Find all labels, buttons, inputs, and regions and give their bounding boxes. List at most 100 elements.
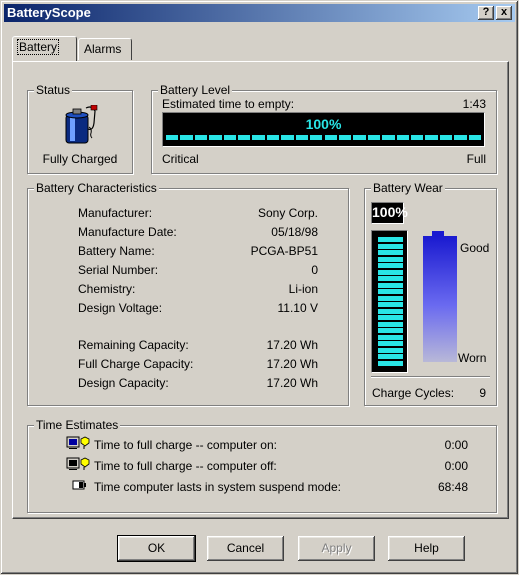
time-estimates-legend: Time Estimates <box>34 418 121 432</box>
wear-segment <box>378 289 403 294</box>
battery-level-segment <box>194 135 208 140</box>
status-legend: Status <box>34 83 73 97</box>
char-label: Design Voltage: <box>78 301 163 315</box>
battery-level-segment <box>180 135 193 140</box>
battery-level-segment <box>209 135 222 140</box>
battery-level-meter: 100% <box>162 112 485 147</box>
char-label: Manufacturer: <box>78 206 153 220</box>
wear-segment <box>378 282 403 288</box>
cancel-button[interactable]: Cancel <box>207 536 284 561</box>
title-bar: BatteryScope ? x <box>4 4 515 22</box>
close-button[interactable]: x <box>496 6 512 20</box>
battery-wear-group: Battery Wear 100% Good Worn Charge Cycle… <box>364 181 497 406</box>
battery-level-segment <box>324 135 337 140</box>
wear-segment <box>378 243 403 249</box>
full-label: Full <box>466 152 486 166</box>
wear-meter <box>371 230 408 373</box>
charge-cycles-value: 9 <box>479 386 486 400</box>
battery-level-segment <box>295 135 309 140</box>
help-title-button[interactable]: ? <box>478 6 494 20</box>
battery-level-segment <box>439 135 453 140</box>
char-label: Serial Number: <box>78 263 159 277</box>
wear-segment <box>378 347 403 353</box>
battery-scope-window: BatteryScope ? x Battery Alarms Status F… <box>0 0 519 575</box>
battery-level-segment <box>166 135 179 140</box>
char-value: Sony Corp. <box>257 206 318 220</box>
char-value: 11.10 V <box>277 301 318 315</box>
help-button[interactable]: Help <box>388 536 465 561</box>
char-value: 0 <box>311 263 318 277</box>
computer-on-charge-icon <box>66 436 90 450</box>
battery-level-segment <box>338 135 352 140</box>
battery-level-segment <box>353 135 366 140</box>
wear-percent: 100% <box>372 204 408 220</box>
char-label: Full Charge Capacity: <box>78 357 194 371</box>
battery-tab-panel: Status Fully Charged Battery Level Estim… <box>12 61 509 519</box>
wear-segment <box>378 334 403 340</box>
wear-segment <box>378 354 403 359</box>
time-estimates-group: Time Estimates Time to full charge -- co… <box>27 418 497 513</box>
char-value: PCGA-BP51 <box>250 244 318 258</box>
wear-good-label: Good <box>460 241 490 255</box>
wear-segment <box>378 315 403 320</box>
battery-level-percent: 100% <box>305 116 342 132</box>
wear-segment <box>378 341 403 346</box>
critical-label: Critical <box>162 152 199 166</box>
wear-gradient-icon <box>422 231 458 363</box>
tab-alarms-label: Alarms <box>84 42 122 56</box>
wear-segment <box>378 269 403 275</box>
wear-worn-label: Worn <box>458 351 487 365</box>
tab-alarms[interactable]: Alarms <box>78 38 132 60</box>
wear-segment <box>378 302 403 307</box>
time-full-charge-on-value: 0:00 <box>444 438 468 452</box>
wear-percent-display: 100% <box>371 202 408 224</box>
battery-level-group: Battery Level Estimated time to empty: 1… <box>151 83 497 174</box>
apply-button[interactable]: Apply <box>298 536 375 561</box>
battery-level-segment <box>454 135 467 140</box>
char-label: Remaining Capacity: <box>78 338 189 352</box>
wear-bar <box>372 231 407 372</box>
wear-segment <box>378 256 403 262</box>
computer-off-charge-icon <box>66 457 90 471</box>
window-title: BatteryScope <box>7 5 91 20</box>
char-value: 05/18/98 <box>271 225 318 239</box>
battery-level-segment <box>252 135 265 140</box>
battery-level-legend: Battery Level <box>158 83 233 97</box>
suspend-battery-icon <box>72 479 88 491</box>
battery-level-segment <box>468 135 481 140</box>
time-full-charge-off-label: Time to full charge -- computer off: <box>94 459 277 473</box>
char-value: 17.20 Wh <box>266 338 318 352</box>
char-value: 17.20 Wh <box>266 357 318 371</box>
ok-button[interactable]: OK <box>117 535 196 562</box>
wear-segment <box>378 360 403 366</box>
charge-cycles-label: Charge Cycles: <box>372 386 455 400</box>
wear-segment <box>378 321 403 327</box>
battery-level-segment <box>410 135 424 140</box>
time-to-empty-label: Estimated time to empty: <box>162 97 295 111</box>
battery-characteristics-group: Battery Characteristics Manufacturer: Son… <box>27 181 349 406</box>
wear-segment <box>378 250 403 255</box>
battery-level-segment <box>382 135 395 140</box>
wear-divider <box>371 376 490 378</box>
battery-level-segment <box>367 135 381 140</box>
status-group: Status Fully Charged <box>27 83 133 174</box>
char-value: 17.20 Wh <box>266 376 318 390</box>
tab-battery-label: Battery <box>16 39 60 55</box>
battery-level-segment <box>396 135 409 140</box>
time-suspend-label: Time computer lasts in system suspend mo… <box>94 480 341 494</box>
battery-level-segment <box>310 135 323 140</box>
status-text: Fully Charged <box>42 152 118 166</box>
wear-segment <box>378 237 403 242</box>
char-label: Battery Name: <box>78 244 155 258</box>
battery-level-bar <box>166 135 481 140</box>
battery-level-segment <box>223 135 237 140</box>
battery-level-segment <box>238 135 251 140</box>
wear-segment <box>378 328 403 333</box>
time-full-charge-off-value: 0:00 <box>444 459 468 473</box>
char-label: Manufacture Date: <box>78 225 177 239</box>
tab-battery[interactable]: Battery <box>12 36 77 61</box>
time-suspend-value: 68:48 <box>437 480 468 494</box>
battery-level-segment <box>266 135 280 140</box>
characteristics-legend: Battery Characteristics <box>34 181 159 195</box>
battery-level-segment <box>425 135 438 140</box>
